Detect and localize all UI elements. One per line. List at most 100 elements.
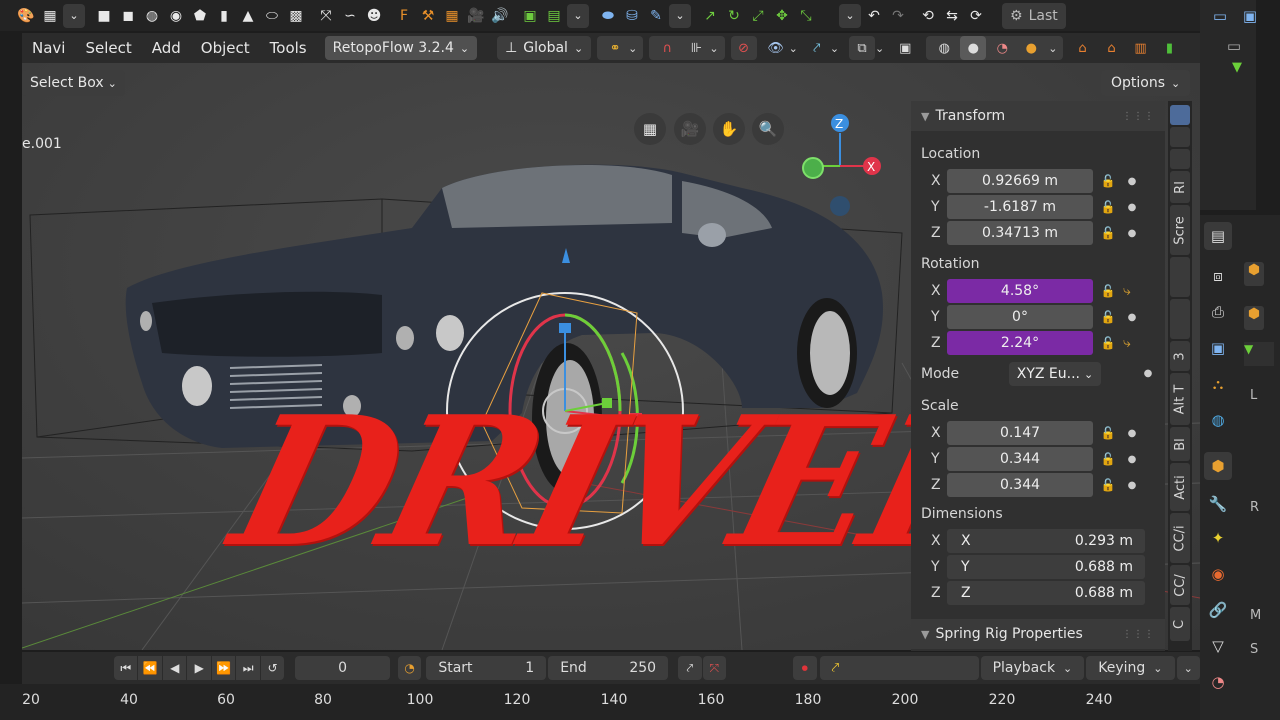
grid-select-icon[interactable]: ▦: [39, 4, 61, 28]
keyframe-dot-icon[interactable]: ●: [1123, 480, 1141, 491]
keying-set-field[interactable]: ⤤: [819, 656, 979, 680]
pivot-icon[interactable]: ⚭: [602, 36, 628, 60]
scale-x-field[interactable]: 0.147: [947, 421, 1093, 445]
lock-icon[interactable]: 🔓: [1099, 450, 1117, 468]
armature-icon[interactable]: ⚒: [417, 4, 439, 28]
green-block-icon[interactable]: ▮: [1156, 36, 1182, 60]
torus-icon[interactable]: ⬭: [261, 4, 283, 28]
current-frame-field[interactable]: 0: [295, 656, 390, 680]
timeline-ruler[interactable]: 20 40 60 80 100 120 140 160 180 200 220 …: [0, 684, 1200, 720]
keyframe-dot-icon[interactable]: ●: [1123, 202, 1141, 213]
rotation-mode-dropdown[interactable]: XYZ Eu... ⌄: [1009, 362, 1101, 386]
solid-shading-icon[interactable]: ●: [960, 36, 987, 60]
dimensions-z-field[interactable]: Z 0.688 m: [947, 581, 1145, 605]
lock-icon[interactable]: 🔓: [1099, 476, 1117, 494]
tab-cc-i[interactable]: CC/i: [1170, 513, 1190, 563]
menu-add[interactable]: Add: [142, 39, 191, 57]
cone-icon[interactable]: ▲: [237, 4, 259, 28]
plugin-icon[interactable]: 🎨: [15, 4, 37, 28]
menu-navi[interactable]: Navi: [22, 39, 75, 57]
particles-icon[interactable]: ✦: [1204, 524, 1232, 552]
drag-grip-icon[interactable]: ⋮⋮⋮: [1122, 629, 1155, 640]
move-icon[interactable]: ↗: [699, 4, 721, 28]
material-shading-icon[interactable]: ◔: [989, 36, 1015, 60]
building-icon[interactable]: ▥: [1127, 36, 1153, 60]
scene-icon[interactable]: ▣: [1236, 2, 1264, 30]
image-icon[interactable]: ▣: [519, 4, 541, 28]
overlay-icon[interactable]: ⧉: [849, 36, 876, 60]
scale-y-field[interactable]: 0.344: [947, 447, 1093, 471]
material-icon[interactable]: ◔: [1204, 668, 1232, 696]
constraint-link-icon[interactable]: 🔗: [1204, 596, 1232, 624]
tab-tool[interactable]: [1170, 127, 1190, 147]
dimensions-x-field[interactable]: X 0.293 m: [947, 529, 1145, 553]
undo-icon[interactable]: ↶: [863, 4, 885, 28]
render-properties-icon[interactable]: ⧈: [1204, 262, 1232, 290]
jump-keyframe-forward-icon[interactable]: ⏩: [211, 656, 236, 680]
snap-icon[interactable]: ⤡: [795, 4, 817, 28]
force-field-icon[interactable]: ⬬: [597, 4, 619, 28]
keying-dropdown[interactable]: Keying ⌄: [1086, 656, 1175, 680]
transform-icon[interactable]: ✥: [771, 4, 793, 28]
view-layer-icon[interactable]: ▣: [1204, 334, 1232, 362]
rotation-x-field[interactable]: 4.58°: [947, 279, 1093, 303]
menu-tools[interactable]: Tools: [260, 39, 317, 57]
refresh-icon[interactable]: ⟲: [917, 4, 939, 28]
tab-acti[interactable]: Acti: [1170, 463, 1190, 511]
filter-icon[interactable]: ▭: [1220, 32, 1248, 60]
tab-blank-b[interactable]: [1170, 299, 1190, 339]
uv-sphere-icon[interactable]: ◉: [165, 4, 187, 28]
home-icon[interactable]: ⌂: [1069, 36, 1095, 60]
keyframe-dot-icon[interactable]: ●: [1123, 312, 1141, 323]
lock-icon[interactable]: 🔓: [1099, 282, 1117, 300]
scale-icon[interactable]: ⤢: [747, 4, 769, 28]
last-operator-button[interactable]: ⚙ Last: [1002, 2, 1066, 29]
rendered-shading-icon[interactable]: ●: [1018, 36, 1044, 60]
camera-icon[interactable]: 🎥: [465, 4, 487, 28]
zoom-icon[interactable]: 🔍: [752, 113, 784, 145]
tab-alt-t[interactable]: Alt T: [1170, 373, 1190, 425]
retopoflow-dropdown[interactable]: RetopoFlow 3.2.4 ⌄: [324, 36, 478, 60]
record-icon[interactable]: ⏺: [793, 656, 817, 680]
jump-end-icon[interactable]: ⏭: [236, 656, 260, 680]
orientation-dropdown[interactable]: ⊥ Global ⌄: [497, 36, 592, 60]
gizmo-icon[interactable]: ⤤: [804, 36, 830, 60]
window-icon[interactable]: ▭: [1206, 2, 1234, 30]
menu-select[interactable]: Select: [75, 39, 141, 57]
camera-view-icon[interactable]: 🎥: [674, 113, 706, 145]
location-y-field[interactable]: -1.6187 m: [947, 195, 1093, 219]
end-frame-field[interactable]: End 250: [548, 656, 669, 680]
rotation-y-field[interactable]: 0°: [947, 305, 1093, 329]
circle-icon[interactable]: ◍: [141, 4, 163, 28]
spring-rig-panel-header[interactable]: ▼ Spring Rig Properties ⋮⋮⋮: [911, 619, 1165, 649]
plane-icon[interactable]: ■: [93, 4, 115, 28]
play-reverse-icon[interactable]: ◀: [162, 656, 187, 680]
jump-keyframe-back-icon[interactable]: ⏪: [138, 656, 162, 680]
jump-start-icon[interactable]: ⏮: [113, 656, 138, 680]
tab-scre[interactable]: Scre: [1170, 205, 1190, 255]
expand-arrow-icon[interactable]: ▼: [1244, 342, 1274, 366]
lock-icon[interactable]: 🔓: [1099, 308, 1117, 326]
tab-view[interactable]: [1170, 149, 1190, 169]
rotate-icon[interactable]: ↻: [723, 4, 745, 28]
text-object-icon[interactable]: F: [393, 4, 415, 28]
output-properties-icon[interactable]: ⎙: [1204, 298, 1232, 326]
world-icon[interactable]: ◍: [1204, 406, 1232, 434]
keyframe-dot-icon[interactable]: ●: [1123, 228, 1141, 239]
lock-icon[interactable]: 🔓: [1099, 172, 1117, 190]
curve-icon[interactable]: ∽: [339, 4, 361, 28]
speaker-icon[interactable]: 🔊: [489, 4, 511, 28]
tab-bl[interactable]: Bl: [1170, 427, 1190, 461]
grid-icon[interactable]: ▩: [285, 4, 307, 28]
scale-z-field[interactable]: 0.344: [947, 473, 1093, 497]
view-dropdown[interactable]: ⌄: [1176, 656, 1200, 680]
driver-curve-icon[interactable]: ⤷: [1123, 283, 1141, 299]
playback-dropdown[interactable]: Playback ⌄: [980, 656, 1085, 680]
proportional-edit-icon[interactable]: ⊘: [730, 36, 757, 60]
redo-icon[interactable]: ↷: [887, 4, 909, 28]
monkey-icon[interactable]: ☻: [363, 4, 385, 28]
tab-c[interactable]: C: [1170, 607, 1190, 641]
scene-properties-icon[interactable]: ⛬: [1204, 370, 1232, 398]
tab-blank-a[interactable]: [1170, 257, 1190, 297]
transform-panel-header[interactable]: ▼ Transform ⋮⋮⋮: [911, 101, 1165, 131]
